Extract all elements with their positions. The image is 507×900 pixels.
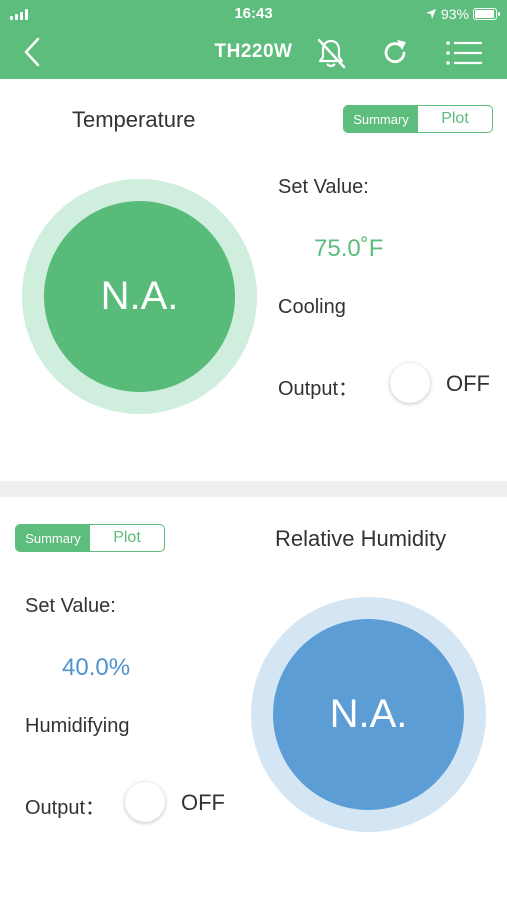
battery-percent: 93% <box>440 6 469 22</box>
nav-bar: TH220W <box>0 28 507 79</box>
temperature-mode: Cooling <box>278 296 346 318</box>
humidity-output-switch[interactable] <box>125 782 165 822</box>
humidity-mode: Humidifying <box>25 715 130 737</box>
humidity-view-toggle: Summary Plot <box>15 524 165 552</box>
page-title: TH220W <box>0 41 507 63</box>
menu-list-icon[interactable] <box>444 36 484 70</box>
temperature-set-value-label: Set Value: <box>278 176 369 198</box>
temperature-set-value[interactable]: 75.0˚F <box>314 235 383 263</box>
battery-status: 93% <box>425 6 500 22</box>
location-arrow-icon <box>425 9 436 19</box>
battery-icon <box>473 8 500 20</box>
temperature-reading: N.A. <box>100 274 179 318</box>
temperature-dial: N.A. <box>44 201 235 392</box>
temperature-view-toggle: Summary Plot <box>343 105 493 133</box>
temperature-plot-tab[interactable]: Plot <box>418 106 492 132</box>
temperature-output-label: Output： <box>278 378 359 400</box>
section-divider <box>0 481 507 497</box>
humidity-dial: N.A. <box>273 619 464 810</box>
humidity-set-value[interactable]: 40.0% <box>62 654 130 682</box>
humidity-title: Relative Humidity <box>275 526 447 551</box>
humidity-plot-tab[interactable]: Plot <box>90 525 164 551</box>
temperature-title: Temperature <box>72 107 196 132</box>
device-name: TH220W <box>214 41 293 62</box>
humidity-output-label: Output： <box>25 797 106 819</box>
app-header: 16:43 93% TH220W <box>0 0 507 79</box>
humidity-summary-tab[interactable]: Summary <box>16 525 90 551</box>
status-bar: 16:43 93% <box>0 0 507 28</box>
refresh-icon[interactable] <box>378 36 412 70</box>
humidity-set-value-label: Set Value: <box>25 595 116 617</box>
temperature-summary-tab[interactable]: Summary <box>344 106 418 132</box>
temperature-output-switch[interactable] <box>390 363 430 403</box>
humidity-reading: N.A. <box>329 692 408 736</box>
temperature-output-state: OFF <box>446 371 490 396</box>
humidity-output-state: OFF <box>181 790 225 815</box>
bell-off-icon[interactable] <box>314 36 348 70</box>
